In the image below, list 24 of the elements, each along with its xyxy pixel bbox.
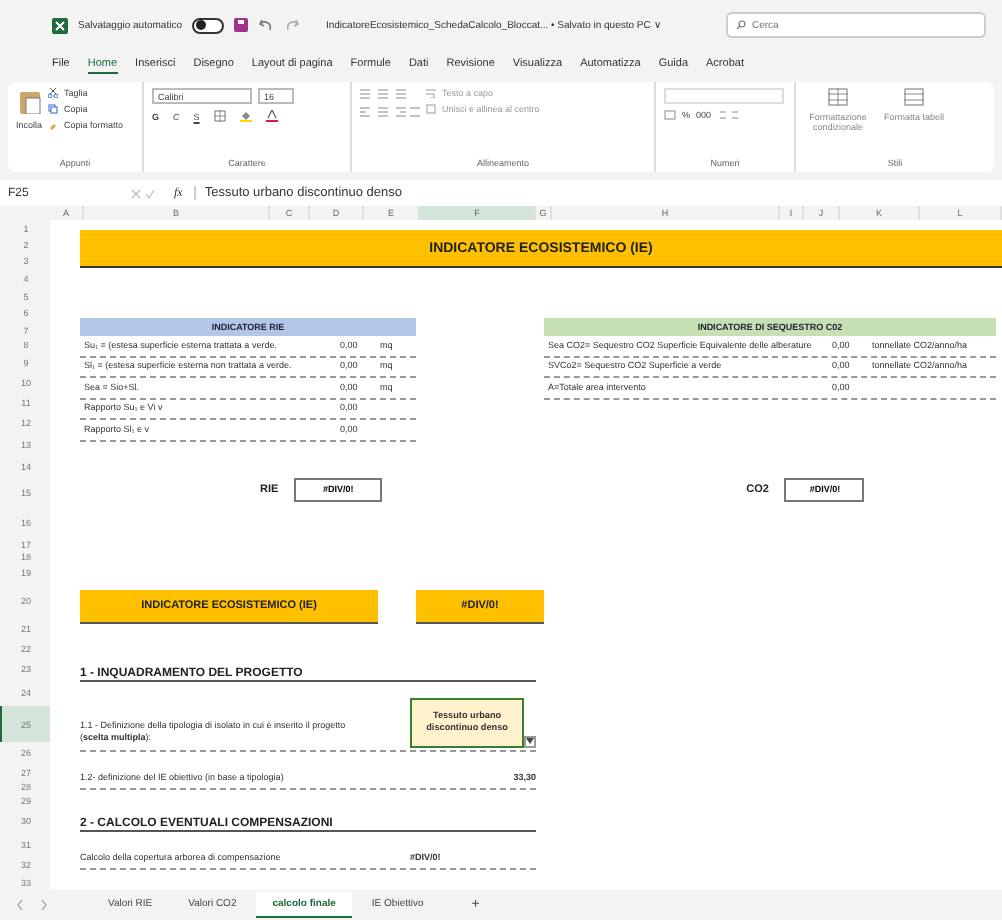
brush-icon	[48, 120, 59, 131]
align-left-icon[interactable]	[360, 106, 420, 119]
search-icon	[736, 20, 746, 31]
wrap-icon	[426, 88, 436, 99]
save-icon[interactable]	[233, 18, 248, 33]
table-icon[interactable]	[828, 88, 848, 107]
border-icon[interactable]	[213, 110, 226, 123]
undo-icon[interactable]	[257, 18, 274, 33]
previous-icon[interactable]	[16, 900, 24, 911]
number-format-select[interactable]	[664, 88, 784, 105]
font-color-icon[interactable]	[265, 110, 278, 123]
merge-icon	[426, 104, 436, 115]
redo-icon[interactable]	[283, 18, 300, 33]
fill-color-icon[interactable]	[239, 110, 252, 123]
caret-icon	[526, 738, 534, 745]
scissors-icon	[48, 88, 59, 99]
clipboard-icon[interactable]	[17, 88, 41, 115]
next-icon[interactable]	[40, 900, 48, 911]
dropdown-button[interactable]	[524, 735, 536, 748]
copy-icon	[48, 104, 59, 115]
autosave-toggle[interactable]	[191, 17, 224, 34]
decimal-icon[interactable]	[717, 110, 742, 121]
table-icon[interactable]	[904, 88, 924, 107]
excel-logo-icon	[52, 17, 68, 34]
